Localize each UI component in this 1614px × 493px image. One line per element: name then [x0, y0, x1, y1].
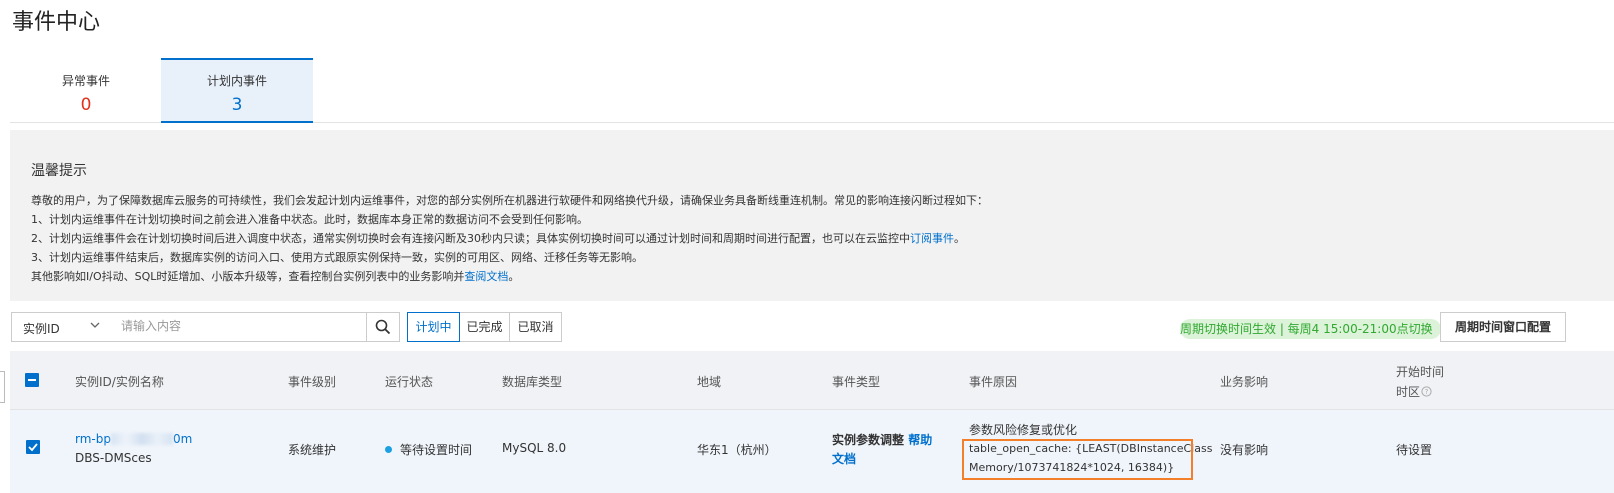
region: 华东1（杭州） [697, 443, 777, 457]
event-type-text: 实例参数调整 [832, 433, 905, 447]
column-header-status: 运行状态 [385, 375, 434, 389]
instance-id-prefix[interactable]: rm-bp [75, 432, 111, 446]
tips-line: 3、计划内运维事件结束后，数据库实例的访问入口、使用方式跟原实例保持一致，实例的… [31, 251, 643, 264]
tab-count: 3 [231, 95, 243, 115]
search-icon [375, 319, 391, 335]
tips-line: 1、计划内运维事件在计划切换时间之前会进入准备中状态。此时，数据库本身正常的数据… [31, 213, 588, 226]
tips-text: 。 [954, 232, 965, 245]
column-header-region: 地域 [697, 375, 722, 389]
status-dot-icon [385, 446, 392, 453]
column-header-level: 事件级别 [288, 375, 337, 389]
tab-label: 计划内事件 [206, 74, 267, 88]
instance-id-suffix[interactable]: 0m [173, 432, 192, 446]
column-header-impact: 业务影响 [1220, 375, 1269, 389]
column-header-event-type: 事件类型 [832, 375, 881, 389]
help-circle-icon[interactable]: ? [1421, 386, 1432, 397]
reason-highlight-box [962, 439, 1193, 480]
help-doc-link[interactable]: 文档 [832, 452, 856, 466]
column-header-db-type: 数据库类型 [502, 375, 563, 389]
window-config-button[interactable]: 周期时间窗口配置 [1440, 312, 1566, 342]
table-row: rm-bp 0m DBS-DMSces 系统维护 等待设置时间 MySQL 8.0… [10, 410, 1614, 493]
help-doc-link-cont[interactable]: 文档 [832, 450, 856, 467]
tab-planned-events[interactable]: 计划内事件 3 [161, 58, 313, 123]
search-button[interactable] [366, 312, 400, 342]
subscribe-events-link[interactable]: 订阅事件 [910, 232, 954, 245]
filter-cancelled-button[interactable]: 已取消 [509, 312, 562, 342]
select-value: 实例ID [23, 322, 60, 336]
tips-line: 2、计划内运维事件会在计划切换时间后进入调度中状态，通常实例切换时会有连接闪断及… [31, 230, 965, 246]
event-type: 实例参数调整 帮助 [832, 431, 932, 448]
filter-completed-button[interactable]: 已完成 [458, 312, 511, 342]
event-level: 系统维护 [288, 443, 337, 457]
tips-text: 2、计划内运维事件会在计划切换时间后进入调度中状态，通常实例切换时会有连接闪断及… [31, 232, 910, 245]
reason-title: 参数风险修复或优化 [969, 423, 1078, 437]
db-type: MySQL 8.0 [502, 441, 567, 455]
tips-text: 。 [508, 270, 520, 283]
column-header-instance: 实例ID/实例名称 [75, 375, 164, 389]
event-tabs: 异常事件 0 计划内事件 3 [10, 58, 1614, 123]
table-header: 实例ID/实例名称 事件级别 运行状态 数据库类型 地域 事件类型 事件原因 业… [10, 351, 1614, 410]
svg-text:?: ? [1425, 388, 1429, 396]
tab-abnormal-events[interactable]: 异常事件 0 [10, 58, 162, 121]
help-doc-link[interactable]: 帮助 [908, 433, 932, 447]
edge-handle[interactable] [0, 371, 5, 403]
tips-line: 尊敬的用户，为了保障数据库云服务的可持续性，我们会发起计划内运维事件，对您的部分… [31, 194, 988, 207]
search-box [109, 312, 378, 342]
column-header-timezone: 时区? [1396, 383, 1432, 400]
search-input[interactable] [109, 313, 361, 339]
column-header-reason: 事件原因 [969, 375, 1018, 389]
page-title: 事件中心 [12, 10, 101, 35]
tab-label: 异常事件 [61, 74, 110, 88]
tips-text: 其他影响如I/O抖动、SQL时延增加、小版本升级等，查看控制台实例列表中的业务影… [31, 270, 465, 283]
status-text: 等待设置时间 [400, 443, 473, 457]
instance-name: DBS-DMSces [75, 451, 152, 465]
tab-count: 0 [80, 95, 92, 115]
instance-id-link[interactable]: rm-bp 0m [75, 432, 192, 446]
column-header-start-time: 开始时间 [1396, 365, 1445, 379]
check-icon [28, 443, 38, 452]
start-time: 待设置 [1396, 443, 1433, 457]
tips-title: 温馨提示 [31, 163, 87, 179]
run-status: 等待设置时间 [385, 441, 472, 458]
row-checkbox[interactable] [26, 440, 40, 454]
select-all-checkbox[interactable] [25, 373, 39, 387]
tips-panel: 温馨提示 尊敬的用户，为了保障数据库云服务的可持续性，我们会发起计划内运维事件，… [10, 130, 1614, 301]
switch-window-notice: 周期切换时间生效 | 每周4 15:00-21:00点切换 [1180, 319, 1441, 339]
chevron-down-icon [90, 322, 100, 328]
redacted-text [110, 433, 173, 445]
view-docs-link[interactable]: 查阅文档 [464, 270, 508, 283]
business-impact: 没有影响 [1220, 443, 1269, 457]
filter-planning-button[interactable]: 计划中 [407, 312, 460, 342]
timezone-label: 时区 [1396, 385, 1421, 399]
search-field-select[interactable]: 实例ID [11, 312, 111, 342]
tips-line: 其他影响如I/O抖动、SQL时延增加、小版本升级等，查看控制台实例列表中的业务影… [31, 268, 519, 284]
